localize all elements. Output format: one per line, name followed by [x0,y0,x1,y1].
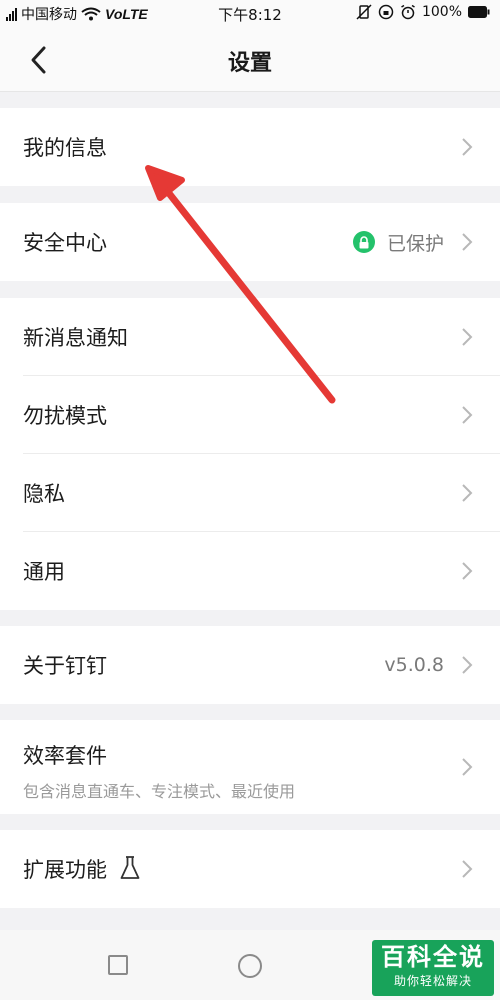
status-bar: 中国移动 VoLTE 下午8:12 100% [0,0,500,28]
header: 设置 [0,28,500,92]
settings-group-profile: 我的信息 [0,108,500,186]
settings-item-label: 扩展功能 [23,858,107,882]
security-status: 已保护 [352,229,444,256]
settings-item-new-message-notify[interactable]: 新消息通知 [0,298,500,376]
chevron-right-icon [462,656,473,674]
flask-icon [120,856,140,879]
settings-item-my-info[interactable]: 我的信息 [0,108,500,186]
lock-rotation-icon [378,4,394,20]
settings-item-efficiency-suite[interactable]: 效率套件 包含消息直通车、专注模式、最近使用 [0,720,500,814]
chevron-right-icon [462,138,473,156]
watermark-title: 百科全说 [381,943,485,971]
settings-item-security-center[interactable]: 安全中心 已保护 [0,203,500,281]
battery-icon [468,6,490,18]
settings-item-do-not-disturb[interactable]: 勿扰模式 [0,376,500,454]
settings-item-label: 我的信息 [23,136,107,160]
settings-item-extensions[interactable]: 扩展功能 [0,830,500,908]
chevron-right-icon [462,860,473,878]
settings-item-label: 新消息通知 [23,326,128,350]
battery-level: 100% [421,4,462,20]
settings-item-label: 关于钉钉 [23,654,107,678]
settings-item-sublabel: 包含消息直通车、专注模式、最近使用 [23,782,296,801]
watermark: 百科全说 助你轻松解决 [372,940,494,996]
settings-item-privacy[interactable]: 隐私 [0,454,500,532]
settings-item-label-wrap: 扩展功能 [23,854,141,884]
watermark-subtitle: 助你轻松解决 [393,974,472,988]
lock-icon [352,231,375,253]
settings-item-label: 通用 [23,560,65,584]
settings-group-security: 安全中心 已保护 [0,203,500,281]
chevron-right-icon [462,562,473,580]
chevron-right-icon [462,328,473,346]
chevron-right-icon [462,233,473,251]
security-status-label: 已保护 [386,232,444,255]
settings-item-label: 隐私 [23,482,65,506]
alarm-icon [401,4,415,20]
status-right: 100% [356,4,490,20]
settings-item-label: 安全中心 [23,231,107,255]
settings-group-extensions: 扩展功能 [0,830,500,908]
page-title: 设置 [227,51,272,76]
settings-group-about: 关于钉钉 v5.0.8 [0,626,500,704]
settings-item-about[interactable]: 关于钉钉 v5.0.8 [0,626,500,704]
chevron-right-icon [462,484,473,502]
settings-item-general[interactable]: 通用 [0,532,500,610]
chevron-right-icon [462,758,473,776]
settings-group-general: 新消息通知 勿扰模式 隐私 通用 [0,298,500,610]
settings-item-label: 效率套件 [23,744,107,768]
chevron-right-icon [462,406,473,424]
home-button[interactable] [238,954,262,978]
settings-item-label: 勿扰模式 [23,404,107,428]
vibrate-icon [356,4,372,20]
recent-apps-button[interactable] [108,955,128,975]
settings-group-efficiency: 效率套件 包含消息直通车、专注模式、最近使用 [0,720,500,814]
version-label: v5.0.8 [384,654,444,676]
